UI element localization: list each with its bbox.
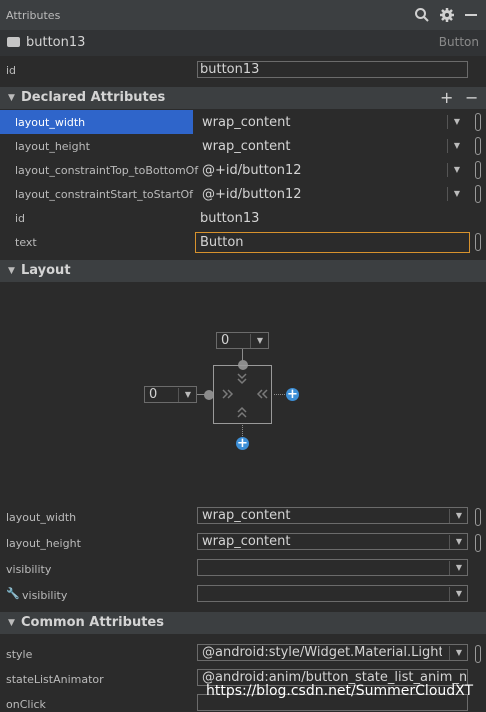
resource-picker-button[interactable]: [475, 534, 481, 552]
declared-row-value[interactable]: wrap_content: [202, 139, 290, 154]
resource-picker-button[interactable]: [475, 508, 481, 526]
top-margin-value: 0: [221, 333, 230, 348]
dropdown-arrow-icon[interactable]: ▼: [447, 163, 466, 177]
start-margin-value: 0: [149, 387, 158, 402]
id-input[interactable]: button13: [197, 61, 468, 78]
resource-picker-button[interactable]: [475, 645, 481, 663]
add-bottom-constraint-button[interactable]: +: [236, 437, 249, 450]
dropdown-arrow-icon[interactable]: ▼: [449, 509, 468, 523]
bottom-connector-line: [242, 425, 243, 436]
declared-row-value[interactable]: @+id/button12: [202, 163, 302, 178]
dropdown-arrow-icon[interactable]: ▼: [447, 187, 466, 201]
id-label: id: [6, 64, 17, 77]
common-row-label: style: [6, 648, 33, 661]
declared-row-label: layout_constraintTop_toBottomOf: [15, 164, 199, 177]
text-input-value: Button: [200, 235, 244, 250]
visibility-dropdown[interactable]: ▼: [197, 559, 468, 576]
dropdown-arrow-icon[interactable]: ▼: [178, 388, 197, 402]
dropdown-arrow-icon[interactable]: ▼: [250, 334, 269, 348]
collapse-arrow-icon[interactable]: ▼: [8, 618, 15, 628]
component-name: button13: [26, 35, 86, 50]
declared-row-label: layout_constraintStart_toStartOf: [15, 188, 194, 201]
common-row-label: stateListAnimator: [6, 673, 104, 686]
resource-picker-button[interactable]: [475, 161, 481, 179]
collapse-arrow-icon[interactable]: ▼: [8, 93, 15, 103]
start-margin-dropdown[interactable]: 0 ▼: [144, 386, 197, 403]
component-type: Button: [438, 35, 479, 49]
style-dropdown[interactable]: @android:style/Widget.Material.Light.I ▼: [197, 644, 468, 661]
declared-row-label: id: [15, 212, 26, 225]
declared-row-label: layout_height: [15, 140, 90, 153]
resource-picker-button[interactable]: [475, 113, 481, 131]
resource-picker-button[interactable]: [475, 233, 481, 251]
declared-row-layout-width[interactable]: layout_width wrap_content ▼: [0, 110, 486, 134]
declared-row-label: text: [15, 236, 37, 249]
resource-picker-button[interactable]: [475, 185, 481, 203]
panel-title: Attributes: [6, 9, 61, 22]
declared-attributes-title: Declared Attributes: [21, 90, 166, 105]
declared-row-value[interactable]: wrap_content: [202, 115, 290, 130]
add-end-constraint-button[interactable]: +: [286, 388, 299, 401]
resource-picker-button[interactable]: [475, 137, 481, 155]
dropdown-arrow-icon[interactable]: ▼: [449, 561, 468, 575]
declared-row-constraint-start[interactable]: layout_constraintStart_toStartOf @+id/bu…: [0, 182, 486, 206]
common-attributes-title: Common Attributes: [21, 615, 164, 630]
dropdown-arrow-icon[interactable]: ▼: [449, 535, 468, 549]
dropdown-arrow-icon[interactable]: ▼: [447, 115, 466, 129]
top-margin-dropdown[interactable]: 0 ▼: [216, 332, 269, 349]
common-row-value: @android:style/Widget.Material.Light.I: [202, 645, 442, 660]
declared-row-text[interactable]: text Button: [0, 230, 486, 254]
declared-row-layout-height[interactable]: layout_height wrap_content ▼: [0, 134, 486, 158]
text-input[interactable]: Button: [195, 232, 470, 253]
dropdown-arrow-icon[interactable]: ▼: [449, 646, 467, 660]
layout-row-value: wrap_content: [202, 508, 291, 523]
search-icon[interactable]: [414, 7, 430, 23]
layout-row-label: layout_height: [6, 537, 81, 550]
layout-row-label: visibility: [6, 563, 52, 576]
layout-section-header[interactable]: [0, 260, 486, 282]
declared-row-value[interactable]: button13: [200, 211, 259, 226]
dropdown-arrow-icon[interactable]: ▼: [449, 587, 468, 601]
watermark-text: https://blog.csdn.net/SummerCloudXT: [206, 683, 474, 699]
constraint-widget-box: [213, 365, 272, 424]
declared-row-constraint-top[interactable]: layout_constraintTop_toBottomOf @+id/but…: [0, 158, 486, 182]
remove-attribute-button[interactable]: −: [465, 88, 478, 107]
id-input-value: button13: [200, 62, 260, 77]
add-attribute-button[interactable]: +: [440, 88, 453, 107]
common-row-label: onClick: [6, 698, 46, 711]
declared-row-id[interactable]: id button13: [0, 206, 486, 230]
collapse-arrow-icon[interactable]: ▼: [8, 266, 15, 276]
declared-row-value[interactable]: @+id/button12: [202, 187, 302, 202]
layout-width-dropdown[interactable]: wrap_content ▼: [197, 507, 468, 524]
end-connector-line: [274, 394, 285, 395]
layout-row-label: layout_width: [6, 511, 77, 524]
tools-visibility-dropdown[interactable]: ▼: [197, 585, 468, 602]
gear-icon[interactable]: [439, 7, 455, 23]
declared-row-label: layout_width: [15, 116, 86, 129]
layout-section-title: Layout: [21, 263, 71, 278]
wrench-icon: 🔧: [6, 587, 20, 600]
layout-row-label: visibility: [22, 589, 68, 602]
dropdown-arrow-icon[interactable]: ▼: [447, 139, 466, 153]
layout-height-dropdown[interactable]: wrap_content ▼: [197, 533, 468, 550]
button-widget-icon: [7, 37, 20, 47]
layout-row-value: wrap_content: [202, 534, 291, 549]
minimize-icon[interactable]: [463, 7, 479, 23]
